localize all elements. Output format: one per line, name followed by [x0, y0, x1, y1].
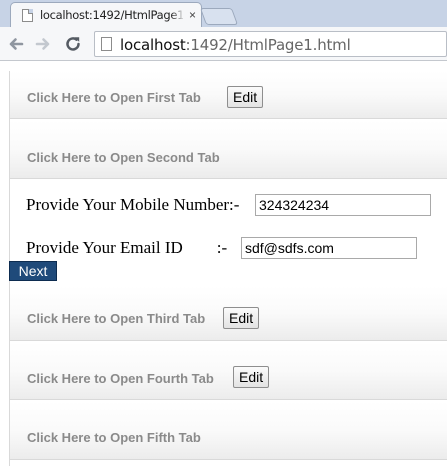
browser-tab[interactable]: localhost:1492/HtmlPage1.html ×	[10, 2, 202, 28]
accordion-header-fourth[interactable]: Click Here to Open Fourth Tab Edit	[10, 342, 447, 400]
browser-tabstrip: localhost:1492/HtmlPage1.html ×	[0, 0, 447, 28]
tab-title: localhost:1492/HtmlPage1.html	[40, 8, 183, 22]
browser-toolbar: localhost:1492/HtmlPage1.html	[0, 27, 447, 61]
address-bar[interactable]: localhost:1492/HtmlPage1.html	[94, 31, 447, 57]
mobile-label: Provide Your Mobile Number:-	[26, 195, 240, 214]
page-favicon-icon	[22, 9, 33, 22]
accordion-header-first[interactable]: Click Here to Open First Tab Edit	[10, 71, 447, 119]
email-label: Provide Your Email ID :-	[26, 238, 228, 257]
accordion-title: Click Here to Open First Tab	[27, 90, 201, 105]
url-text[interactable]: localhost:1492/HtmlPage1.html	[120, 36, 351, 54]
accordion-header-fifth[interactable]: Click Here to Open Fifth Tab	[10, 401, 447, 460]
back-arrow-icon[interactable]	[5, 33, 27, 55]
accordion-title: Click Here to Open Fifth Tab	[27, 430, 201, 445]
edit-button-fourth[interactable]: Edit	[233, 366, 270, 388]
edit-button-third[interactable]: Edit	[223, 307, 260, 329]
accordion-title: Click Here to Open Third Tab	[27, 311, 206, 326]
edit-button-first[interactable]: Edit	[227, 86, 264, 108]
tab-close-icon[interactable]: ×	[189, 7, 196, 23]
accordion-title: Click Here to Open Second Tab	[27, 150, 220, 165]
reload-icon[interactable]	[62, 33, 84, 55]
mobile-input[interactable]	[255, 194, 431, 216]
new-tab-button[interactable]	[199, 8, 239, 25]
page-icon	[101, 37, 112, 51]
accordion: Click Here to Open First Tab Edit Click …	[9, 71, 447, 466]
accordion-title: Click Here to Open Fourth Tab	[27, 371, 214, 386]
accordion-header-third[interactable]: Click Here to Open Third Tab Edit	[10, 286, 447, 341]
email-input[interactable]	[241, 237, 417, 259]
accordion-panel-second: Provide Your Mobile Number:- Provide You…	[9, 180, 447, 286]
forward-arrow-icon[interactable]	[32, 33, 54, 55]
accordion-header-second[interactable]: Click Here to Open Second Tab	[10, 120, 447, 179]
next-button[interactable]: Next	[9, 261, 57, 281]
